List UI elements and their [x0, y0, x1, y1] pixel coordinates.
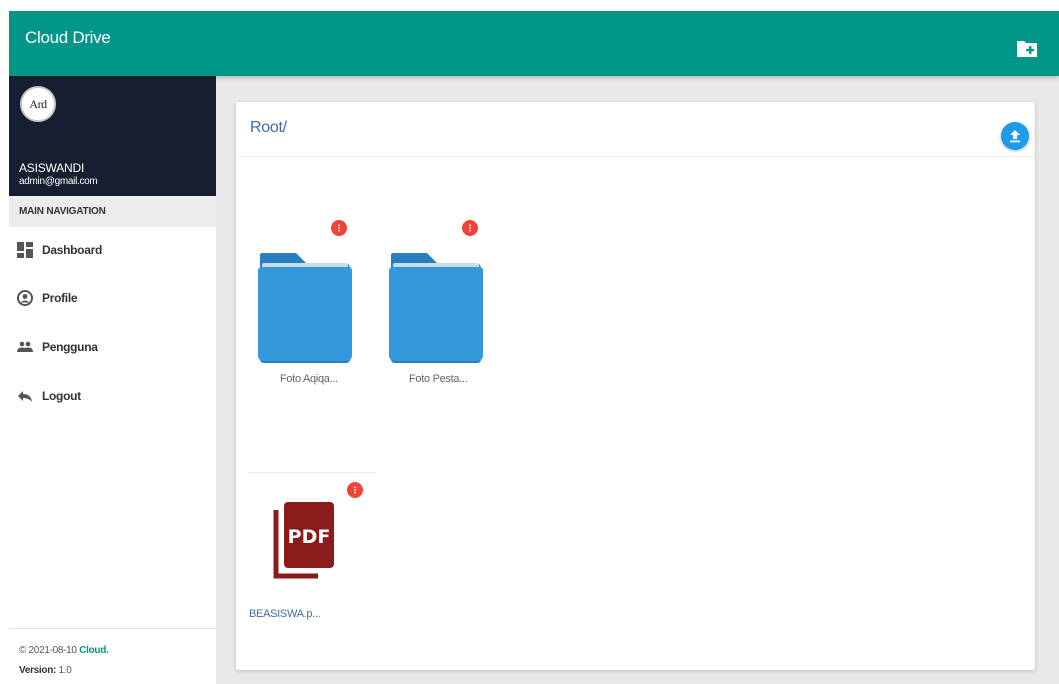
avatar-text: Ard [29, 96, 47, 111]
new-folder-button[interactable] [1015, 37, 1039, 61]
file-name: BEASISWA.p... [249, 608, 321, 620]
folder-item[interactable]: Foto Pesta... [386, 214, 516, 404]
dashboard-icon [17, 242, 33, 258]
sidebar-footer: © 2021-08-10 Cloud. Version: 1.0 [9, 628, 216, 684]
user-panel: Ard ASISWANDI admin@gmail.com [9, 76, 216, 196]
folder-icon [258, 253, 352, 363]
pdf-file-item[interactable]: PDF BEASISWA.p... [249, 472, 379, 662]
version-info: Version: 1.0 [19, 665, 72, 676]
breadcrumb: Root/ [250, 119, 287, 137]
user-email: admin@gmail.com [19, 176, 98, 187]
nav-item-pengguna[interactable]: Pengguna [9, 328, 216, 368]
nav-header: MAIN NAVIGATION [9, 196, 216, 227]
folder-item[interactable]: Foto Aqiqa... [255, 214, 385, 404]
avatar: Ard [20, 86, 56, 122]
nav-item-label: Logout [42, 389, 81, 403]
copyright: © 2021-08-10 Cloud. [19, 645, 109, 656]
app-window: Cloud Drive Ard ASISWANDI admin@gmail.co… [9, 11, 1059, 684]
breadcrumb-separator: / [282, 119, 287, 136]
breadcrumb-root[interactable]: Root [250, 119, 283, 136]
pdf-icon: PDF [273, 502, 334, 579]
item-menu-button[interactable] [347, 482, 363, 498]
nav-item-label: Dashboard [42, 243, 102, 257]
top-bar: Cloud Drive [9, 11, 1059, 76]
item-divider [249, 472, 375, 473]
nav-item-logout[interactable]: Logout [9, 377, 216, 417]
version-label: Version: [19, 665, 57, 676]
sidebar: Ard ASISWANDI admin@gmail.com MAIN NAVIG… [9, 76, 216, 684]
upload-button[interactable] [1001, 122, 1029, 150]
profile-icon [17, 290, 33, 306]
people-icon [17, 341, 33, 352]
copyright-brand[interactable]: Cloud. [79, 645, 109, 656]
folder-icon [389, 253, 483, 363]
file-name: Foto Aqiqa... [280, 373, 338, 385]
upload-icon [1010, 130, 1020, 143]
nav-item-dashboard[interactable]: Dashboard [9, 231, 216, 271]
nav-item-profile[interactable]: Profile [9, 279, 216, 319]
user-name: ASISWANDI [19, 161, 85, 175]
file-name: Foto Pesta... [409, 373, 468, 385]
app-title[interactable]: Cloud Drive [25, 28, 111, 48]
version-number: 1.0 [58, 665, 72, 676]
logout-icon [18, 391, 32, 402]
svg-text:PDF: PDF [288, 526, 331, 548]
nav-item-label: Pengguna [42, 340, 98, 354]
card-header: Root/ [236, 102, 1035, 157]
create-new-folder-icon [1017, 41, 1037, 57]
file-browser-card: Root/ Foto Aqiqa... Foto Pesta... PDF BE… [236, 102, 1035, 670]
item-menu-button[interactable] [462, 220, 478, 236]
item-menu-button[interactable] [331, 220, 347, 236]
copyright-date: © 2021-08-10 [19, 645, 77, 656]
nav-item-label: Profile [42, 291, 78, 305]
